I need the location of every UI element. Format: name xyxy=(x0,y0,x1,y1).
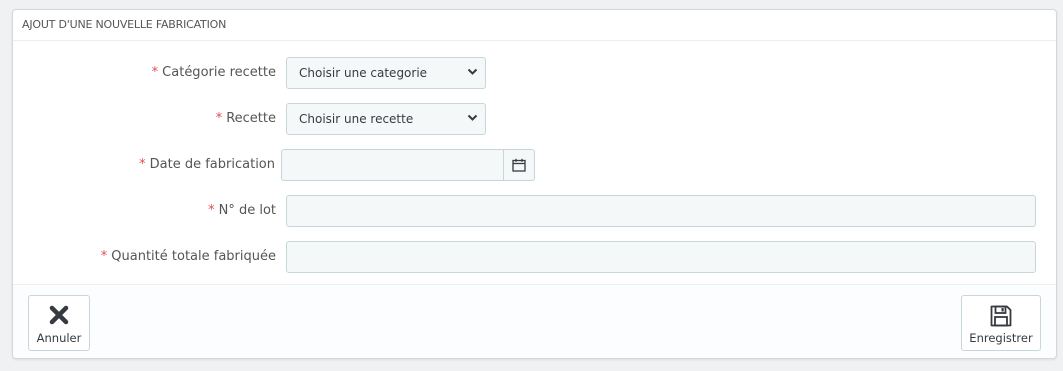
calendar-button[interactable] xyxy=(503,149,535,181)
recipe-label: * Recette xyxy=(216,103,276,135)
form-row-quantity: * Quantité totale fabriquée xyxy=(13,241,1056,273)
lot-label: * N° de lot xyxy=(208,195,276,227)
lot-label-text: N° de lot xyxy=(218,203,276,218)
form-row-date: * Date de fabrication xyxy=(13,149,1056,181)
required-mark: * xyxy=(215,111,223,126)
form-row-category: * Catégorie recette Choisir une categorie xyxy=(13,57,1056,89)
recipe-select[interactable]: Choisir une recette xyxy=(286,103,486,135)
fabrication-panel: AJOUT D'UNE NOUVELLE FABRICATION * Catégo… xyxy=(12,9,1057,359)
panel-title: AJOUT D'UNE NOUVELLE FABRICATION xyxy=(13,10,1056,41)
panel-footer: Annuler Enregistrer xyxy=(13,284,1056,358)
quantity-label-text: Quantité totale fabriquée xyxy=(111,249,276,264)
category-select[interactable]: Choisir une categorie xyxy=(286,57,486,89)
quantity-label: * Quantité totale fabriquée xyxy=(101,241,276,273)
chevron-down-icon xyxy=(467,68,478,75)
save-icon xyxy=(962,304,1040,328)
required-mark: * xyxy=(151,65,159,80)
category-label-text: Catégorie recette xyxy=(162,65,276,80)
recipe-select-value: Choisir une recette xyxy=(299,112,414,126)
date-label-text: Date de fabrication xyxy=(149,157,275,172)
chevron-down-icon xyxy=(467,114,478,121)
save-button-label: Enregistrer xyxy=(969,331,1033,345)
form-row-recipe: * Recette Choisir une recette xyxy=(13,103,1056,135)
required-mark: * xyxy=(208,203,215,218)
calendar-icon xyxy=(512,158,526,172)
save-button[interactable]: Enregistrer xyxy=(961,295,1041,351)
lot-input[interactable] xyxy=(286,195,1036,227)
form-row-lot: * N° de lot xyxy=(13,195,1056,227)
required-mark: * xyxy=(100,249,108,264)
category-label: * Catégorie recette xyxy=(152,57,276,89)
cancel-button-label: Annuler xyxy=(36,331,82,345)
recipe-label-text: Recette xyxy=(226,111,276,126)
required-mark: * xyxy=(139,157,146,172)
cancel-button[interactable]: Annuler xyxy=(28,295,90,351)
category-select-value: Choisir une categorie xyxy=(299,66,428,80)
date-input[interactable] xyxy=(281,149,504,181)
date-label: * Date de fabrication xyxy=(139,149,275,181)
quantity-input[interactable] xyxy=(286,241,1036,273)
close-icon xyxy=(29,304,89,328)
